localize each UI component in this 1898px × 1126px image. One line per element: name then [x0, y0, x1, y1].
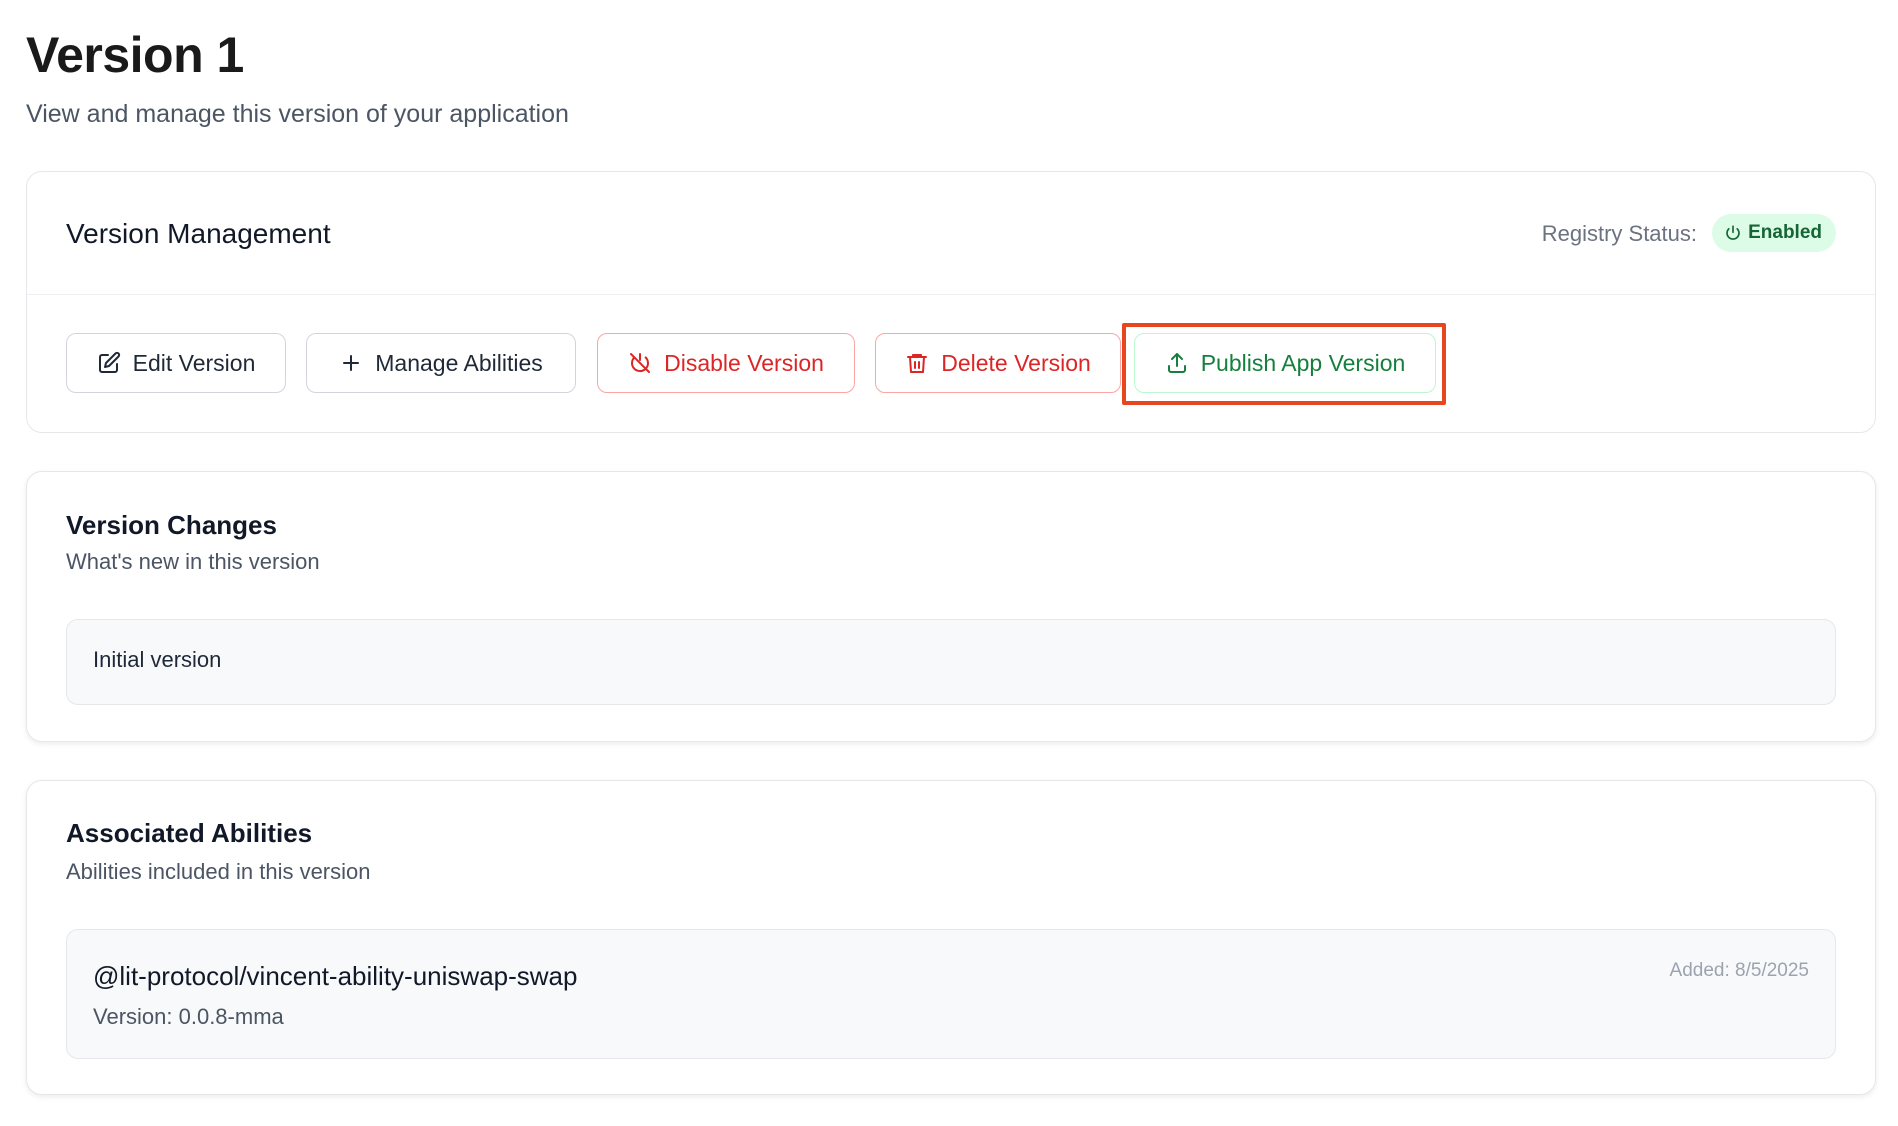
power-off-icon	[628, 351, 652, 375]
edit-version-label: Edit Version	[132, 349, 256, 376]
manage-abilities-button[interactable]: Manage Abilities	[306, 333, 576, 393]
associated-abilities-title: Associated Abilities	[66, 818, 313, 848]
disable-version-button[interactable]: Disable Version	[597, 333, 855, 393]
ability-name: @lit-protocol/vincent-ability-uniswap-sw…	[93, 961, 578, 991]
page-title: Version 1	[26, 27, 244, 83]
version-management-header: Version Management Registry Status: Enab…	[27, 172, 1875, 295]
ability-version: Version: 0.0.8-mma	[93, 1004, 284, 1029]
status-badge-label: Enabled	[1748, 222, 1822, 243]
version-changes-text: Initial version	[93, 647, 222, 672]
version-management-title: Version Management	[66, 218, 331, 249]
ability-added-date: Added: 8/5/2025	[1669, 960, 1809, 981]
publish-app-version-button[interactable]: Publish App Version	[1134, 333, 1436, 393]
version-changes-box: Initial version	[66, 619, 1836, 705]
status-badge: Enabled	[1712, 214, 1836, 252]
disable-version-label: Disable Version	[664, 349, 824, 376]
power-icon	[1724, 224, 1742, 242]
trash-icon	[905, 351, 929, 375]
publish-app-version-label: Publish App Version	[1200, 349, 1406, 376]
version-management-card: Version Management Registry Status: Enab…	[26, 171, 1876, 433]
edit-version-button[interactable]: Edit Version	[66, 333, 286, 393]
associated-abilities-subtitle: Abilities included in this version	[66, 859, 371, 884]
delete-version-label: Delete Version	[941, 349, 1091, 376]
version-changes-subtitle: What's new in this version	[66, 549, 320, 574]
list-item[interactable]: @lit-protocol/vincent-ability-uniswap-sw…	[66, 929, 1836, 1059]
plus-icon	[339, 351, 363, 375]
version-changes-title: Version Changes	[66, 510, 277, 540]
manage-abilities-label: Manage Abilities	[375, 349, 543, 376]
upload-icon	[1165, 351, 1189, 375]
version-changes-card: Version Changes What's new in this versi…	[26, 471, 1876, 742]
page-subtitle: View and manage this version of your app…	[26, 100, 569, 128]
edit-icon	[97, 351, 121, 375]
page: Version 1 View and manage this version o…	[0, 0, 1898, 1126]
registry-status-label: Registry Status:	[1541, 221, 1697, 246]
delete-version-button[interactable]: Delete Version	[875, 333, 1121, 393]
associated-abilities-card: Associated Abilities Abilities included …	[26, 780, 1876, 1095]
